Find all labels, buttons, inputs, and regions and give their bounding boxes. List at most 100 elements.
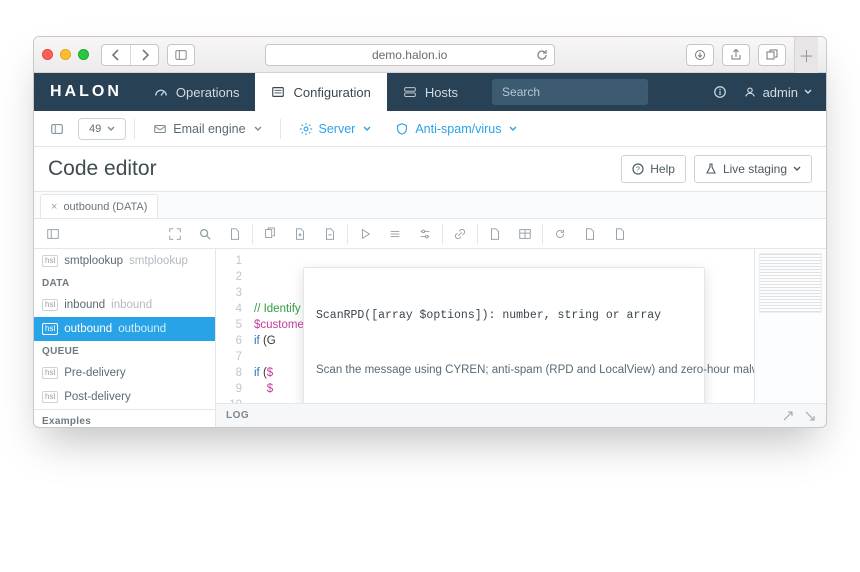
sidebar-group-examples: Examples xyxy=(34,409,215,427)
gear-icon xyxy=(299,122,313,136)
item-name: Pre-delivery xyxy=(64,367,125,379)
file-sidebar: hsl smtplookup smtplookup DATA hsl inbou… xyxy=(34,249,216,427)
line-gutter: 123456789101112 xyxy=(216,249,250,403)
file-badge-icon: hsl xyxy=(42,391,58,403)
user-name: admin xyxy=(763,85,798,100)
chevron-down-icon xyxy=(804,88,812,96)
chevron-down-icon xyxy=(793,165,801,173)
file-badge-icon: hsl xyxy=(42,323,58,335)
reload-icon[interactable] xyxy=(536,49,548,61)
nav-operations[interactable]: Operations xyxy=(138,73,256,111)
app-navbar: HALON Operations Configuration Hosts Sea… xyxy=(34,73,826,111)
expand-icon[interactable] xyxy=(160,219,190,249)
global-search[interactable]: Search xyxy=(492,79,648,105)
server-menu[interactable]: Server xyxy=(289,116,382,142)
tabs-button[interactable] xyxy=(758,44,786,66)
svg-text:?: ? xyxy=(636,167,640,174)
share-button[interactable] xyxy=(722,44,750,66)
file-badge-icon: hsl xyxy=(42,367,58,379)
user-icon xyxy=(743,85,757,99)
forward-button[interactable] xyxy=(130,45,158,65)
file-tab[interactable]: × outbound (DATA) xyxy=(40,194,158,218)
tree-toggle-icon[interactable] xyxy=(38,219,68,249)
live-staging-button[interactable]: Live staging xyxy=(694,155,812,183)
menu-label: Email engine xyxy=(173,122,245,136)
ide-body: hsl smtplookup smtplookup DATA hsl inbou… xyxy=(34,249,826,427)
config-toolbar: 49 Email engine Server Anti-spam/virus xyxy=(34,111,826,147)
nav-configuration[interactable]: Configuration xyxy=(255,73,386,111)
brand-logo: HALON xyxy=(34,73,138,111)
run-icon[interactable] xyxy=(350,219,380,249)
item-name: Post-delivery xyxy=(64,391,130,403)
editor-pane: 123456789101112 // Identify the sender a… xyxy=(216,249,826,427)
sidebar-item-inbound[interactable]: hsl inbound inbound xyxy=(34,293,215,317)
back-button[interactable] xyxy=(102,45,130,65)
new-tab-button[interactable]: ＋ xyxy=(794,37,818,73)
minimize-window[interactable] xyxy=(60,49,71,60)
page-title: Code editor xyxy=(48,157,157,181)
file-tabs: × outbound (DATA) xyxy=(34,191,826,219)
user-menu[interactable]: admin xyxy=(743,85,812,100)
code-editor[interactable]: 123456789101112 // Identify the sender a… xyxy=(216,249,826,403)
nav-label: Hosts xyxy=(425,85,458,100)
tooltip-description: Scan the message using CYREN; anti-spam … xyxy=(304,362,704,387)
new-file-icon[interactable] xyxy=(285,219,315,249)
browser-titlebar: demo.halon.io ＋ xyxy=(34,37,826,73)
mail-icon xyxy=(153,122,167,136)
doc-a-icon[interactable] xyxy=(575,219,605,249)
item-dim: inbound xyxy=(111,299,152,311)
list-icon[interactable] xyxy=(380,219,410,249)
close-tab-icon[interactable]: × xyxy=(51,201,57,213)
export-log-icon[interactable] xyxy=(804,410,816,422)
sidebar-group-queue: QUEUE xyxy=(34,341,215,361)
clear-log-icon[interactable] xyxy=(782,410,794,422)
log-panel-header[interactable]: LOG xyxy=(216,403,826,427)
email-engine-menu[interactable]: Email engine xyxy=(143,116,271,142)
link-icon[interactable] xyxy=(445,219,475,249)
nav-hosts[interactable]: Hosts xyxy=(387,73,474,111)
chevron-down-icon xyxy=(107,125,115,133)
refresh-icon[interactable] xyxy=(545,219,575,249)
nav-label: Configuration xyxy=(293,85,370,100)
search-icon[interactable] xyxy=(190,219,220,249)
nav-back-forward xyxy=(101,44,159,66)
divider xyxy=(134,119,135,139)
editor-toolbar xyxy=(34,219,826,249)
url-text: demo.halon.io xyxy=(372,48,447,62)
search-placeholder: Search xyxy=(502,85,540,99)
layout-toggle[interactable] xyxy=(40,116,74,142)
script-icon[interactable] xyxy=(480,219,510,249)
sidebar-toggle[interactable] xyxy=(167,44,195,66)
file-badge-icon: hsl xyxy=(42,255,58,267)
minimap[interactable] xyxy=(754,249,826,403)
tab-label: outbound (DATA) xyxy=(63,201,147,213)
zoom-window[interactable] xyxy=(78,49,89,60)
sidebar-item-postdelivery[interactable]: hsl Post-delivery xyxy=(34,385,215,409)
info-icon[interactable] xyxy=(713,85,727,99)
revision-badge[interactable]: 49 xyxy=(78,118,126,140)
gauge-icon xyxy=(154,85,168,99)
help-button[interactable]: ? Help xyxy=(621,155,686,183)
log-label: LOG xyxy=(226,410,249,421)
chevron-down-icon xyxy=(363,125,371,133)
item-dim: smtplookup xyxy=(129,255,188,267)
doc-b-icon[interactable] xyxy=(605,219,635,249)
sliders-icon[interactable] xyxy=(410,219,440,249)
menu-label: Server xyxy=(319,122,356,136)
table-icon[interactable] xyxy=(510,219,540,249)
chevron-down-icon xyxy=(254,125,262,133)
close-window[interactable] xyxy=(42,49,53,60)
sidebar-item-outbound[interactable]: hsl outbound outbound xyxy=(34,317,215,341)
sidebar-item-smtplookup[interactable]: hsl smtplookup smtplookup xyxy=(34,249,215,273)
url-bar[interactable]: demo.halon.io xyxy=(265,44,555,66)
revision-count: 49 xyxy=(89,123,101,135)
antispam-menu[interactable]: Anti-spam/virus xyxy=(385,116,527,142)
shield-icon xyxy=(395,122,409,136)
downloads-button[interactable] xyxy=(686,44,714,66)
code-area[interactable]: // Identify the sender as accurately as … xyxy=(250,249,754,403)
sidebar-item-predelivery[interactable]: hsl Pre-delivery xyxy=(34,361,215,385)
delete-file-icon[interactable] xyxy=(315,219,345,249)
button-label: Help xyxy=(650,162,675,176)
file-icon[interactable] xyxy=(220,219,250,249)
copy-icon[interactable] xyxy=(255,219,285,249)
